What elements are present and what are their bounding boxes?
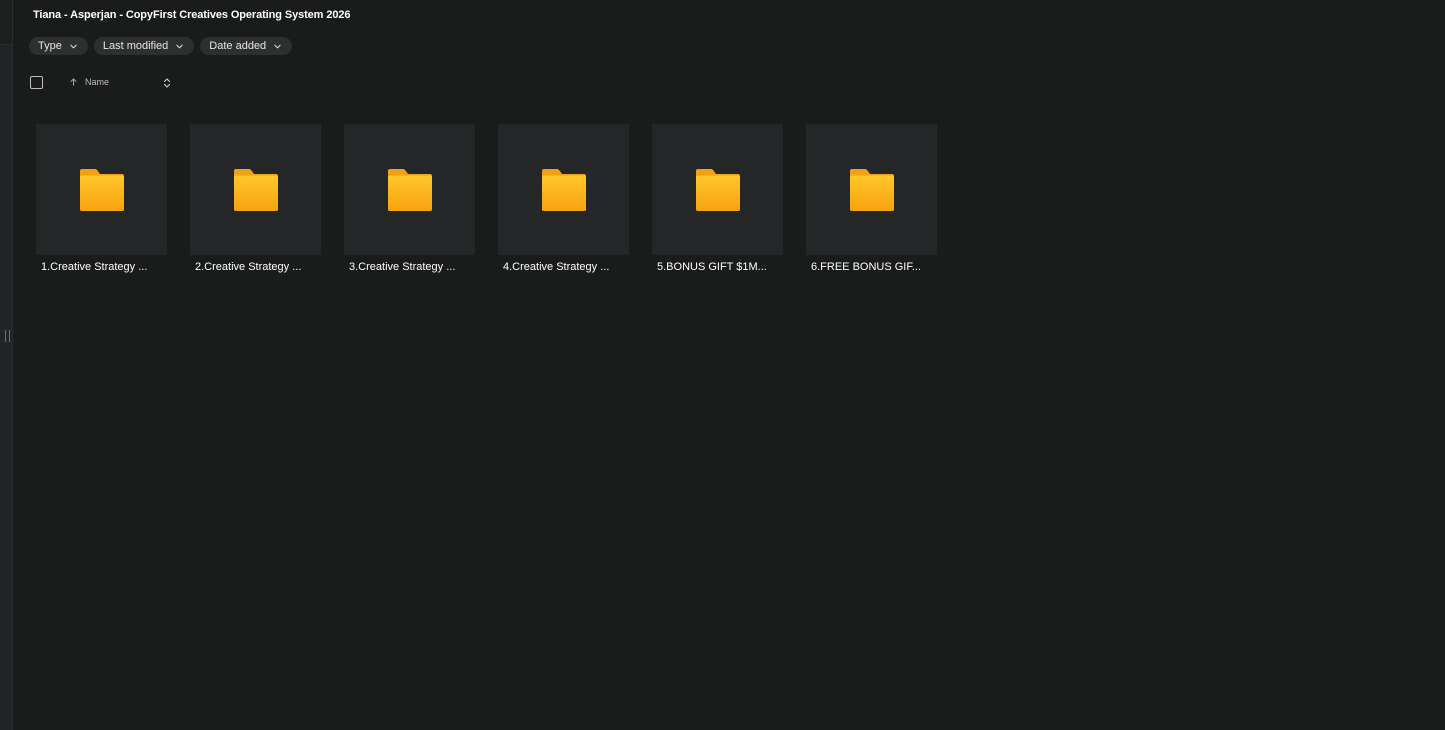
folder-name: 6.FREE BONUS GIF...: [811, 261, 922, 273]
filter-type-button[interactable]: Type: [29, 37, 88, 55]
folder-name: 5.BONUS GIFT $1M...: [657, 261, 767, 273]
file-browser: Tiana - Asperjan - CopyFirst Creatives O…: [13, 0, 1445, 730]
filter-bar: Type Last modified Date added: [29, 37, 293, 55]
side-panel-edge: [0, 0, 13, 730]
sort-by-name-button[interactable]: Name: [69, 77, 109, 87]
folder-card[interactable]: 6.FREE BONUS GIF...: [806, 124, 937, 273]
chevron-down-icon: [70, 44, 77, 48]
folder-name: 1.Creative Strategy ...: [41, 261, 148, 273]
sort-name-label: Name: [85, 77, 110, 87]
filter-date-added-label: Date added: [209, 40, 267, 52]
folder-thumbnail[interactable]: [652, 124, 783, 255]
folder-icon: [695, 168, 740, 211]
sort-bar: Name: [29, 75, 171, 93]
sort-toggle-icon[interactable]: [163, 77, 171, 89]
folder-thumbnail[interactable]: [190, 124, 321, 255]
folder-card[interactable]: 1.Creative Strategy ...: [36, 124, 167, 273]
chevron-down-icon: [274, 44, 281, 48]
folder-thumbnail[interactable]: [498, 124, 629, 255]
folder-icon: [79, 168, 124, 211]
folder-card[interactable]: 3.Creative Strategy ...: [344, 124, 475, 273]
folder-icon: [849, 168, 894, 211]
select-all-checkbox[interactable]: [30, 76, 43, 89]
side-panel-header: [0, 0, 12, 45]
folder-icon: [233, 168, 278, 211]
folder-card[interactable]: 4.Creative Strategy ...: [498, 124, 629, 273]
folder-name: 2.Creative Strategy ...: [195, 261, 302, 273]
filter-type-label: Type: [38, 40, 62, 52]
folder-grid: 1.Creative Strategy ... 2.Creative Strat…: [36, 124, 937, 273]
folder-name: 3.Creative Strategy ...: [349, 261, 456, 273]
chevron-down-icon: [176, 44, 184, 48]
folder-name: 4.Creative Strategy ...: [503, 261, 610, 273]
folder-thumbnail[interactable]: [36, 124, 167, 255]
filter-date-added-button[interactable]: Date added: [200, 37, 293, 55]
folder-card[interactable]: 2.Creative Strategy ...: [190, 124, 321, 273]
filter-last-modified-label: Last modified: [102, 40, 169, 52]
filter-last-modified-button[interactable]: Last modified: [93, 37, 195, 55]
arrow-up-icon: [70, 78, 77, 86]
page-title: Tiana - Asperjan - CopyFirst Creatives O…: [33, 9, 351, 21]
folder-icon: [541, 168, 586, 211]
folder-icon: [387, 168, 432, 211]
folder-thumbnail[interactable]: [344, 124, 475, 255]
folder-card[interactable]: 5.BONUS GIFT $1M...: [652, 124, 783, 273]
resize-handle[interactable]: [5, 330, 10, 342]
folder-thumbnail[interactable]: [806, 124, 937, 255]
